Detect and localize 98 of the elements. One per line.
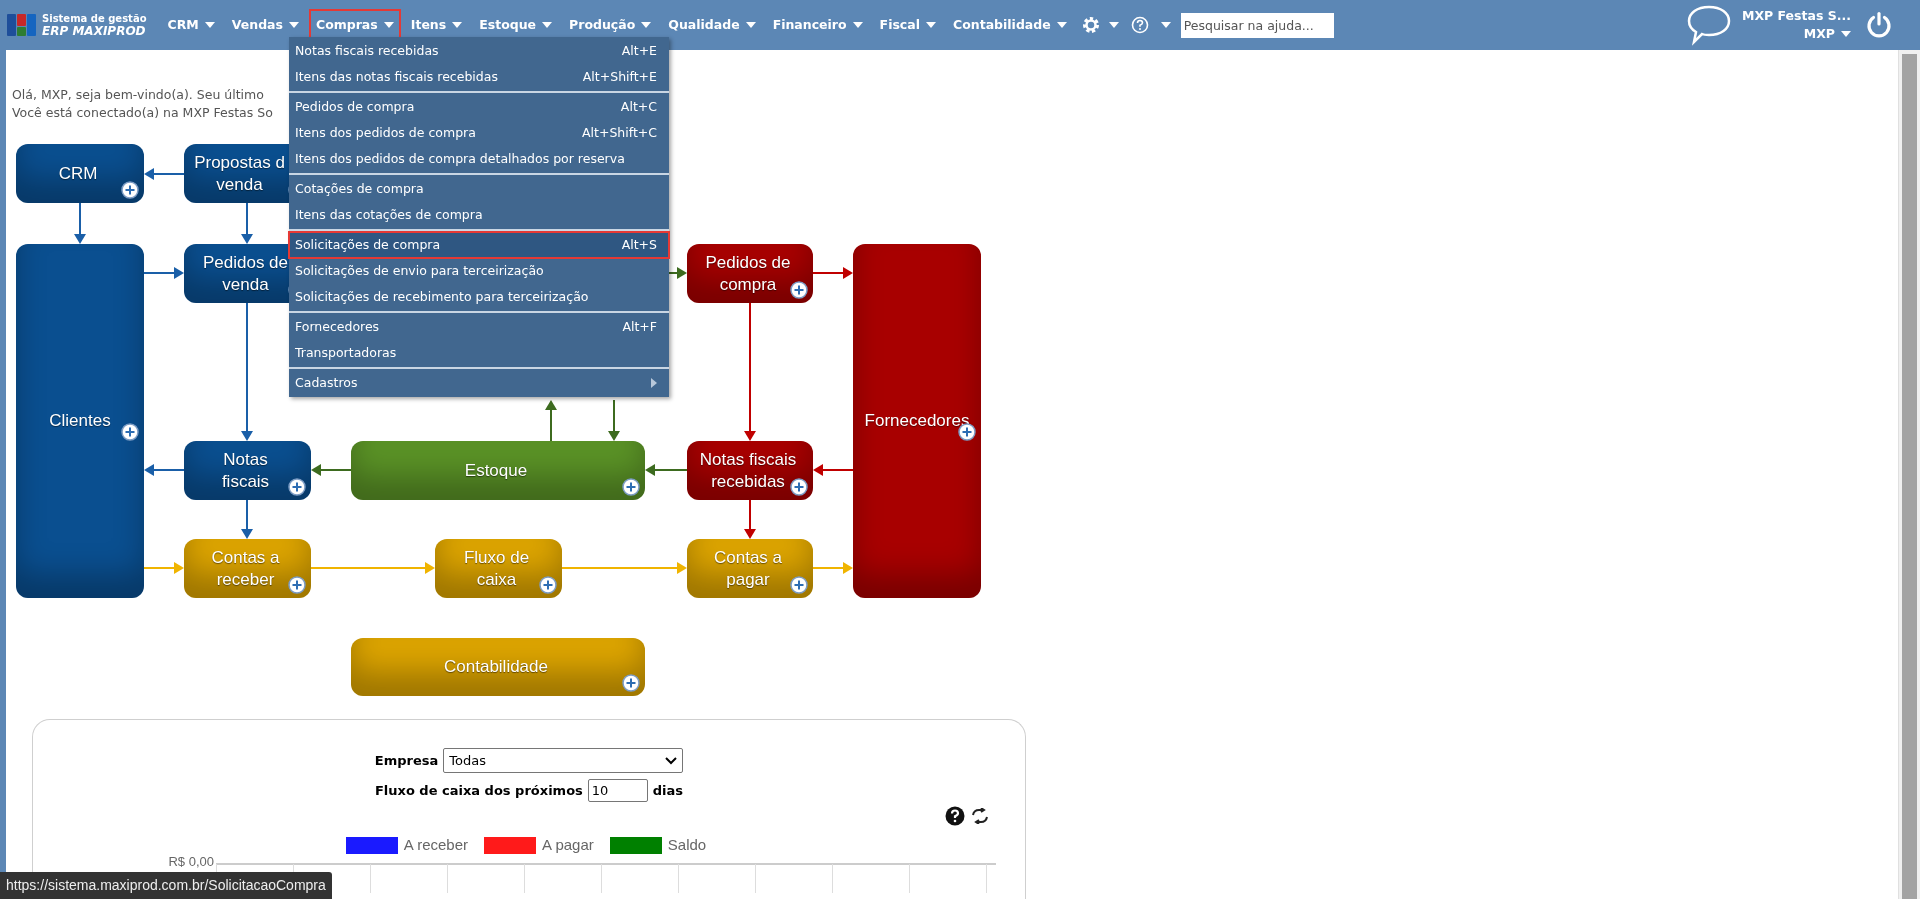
nav-menu[interactable]: Contabilidade: [946, 9, 1074, 41]
arrow: [311, 464, 352, 476]
nav-menu[interactable]: Produção: [562, 9, 659, 41]
caret-icon: [452, 22, 463, 28]
plus-icon[interactable]: [288, 576, 306, 594]
greeting-text: Você está conectado(a) na MXP Festas So: [12, 104, 273, 122]
caret-icon: [542, 22, 553, 28]
flow-node[interactable]: Contas a pagar: [687, 539, 813, 598]
flow-node[interactable]: Fornecedores: [853, 244, 981, 598]
caret-icon: [1841, 31, 1851, 37]
caret-icon: [926, 22, 936, 28]
caret-icon: [288, 22, 299, 28]
logo-title: ERP MAXIPROD: [42, 25, 147, 38]
settings-icon[interactable]: [1080, 15, 1101, 35]
flow-node[interactable]: Notas fiscais recebidas: [687, 441, 813, 500]
flow-node[interactable]: Estoque: [351, 441, 645, 500]
search-field[interactable]: Pesquisar na ajuda...: [1180, 12, 1334, 38]
flow-node[interactable]: Pedidos de compra: [687, 244, 813, 303]
plus-icon[interactable]: [288, 478, 306, 496]
company-label: Empresa: [374, 751, 439, 770]
flow-node[interactable]: Contas a receber: [184, 539, 311, 598]
caret-icon: [745, 22, 756, 28]
shortcut-label: Alt+Shift+E: [582, 67, 657, 86]
nav-menu[interactable]: CRM: [160, 9, 222, 41]
nav-menu[interactable]: Financeiro: [765, 9, 870, 41]
plus-icon[interactable]: [790, 281, 808, 299]
nav-menu[interactable]: Itens: [403, 9, 470, 41]
scrollbar[interactable]: [1898, 50, 1920, 899]
caret-icon: [204, 22, 215, 28]
status-url: https://sistema.maxiprod.com.br/SolicitacaoCompra: [0, 872, 332, 899]
menu-item[interactable]: Cadastros: [289, 370, 669, 396]
greeting-text: Olá, MXP, seja bem-vindo(a). Seu último: [12, 86, 264, 104]
shortcut-label: Alt+F: [622, 317, 657, 336]
arrow: [645, 464, 688, 476]
arrow: [812, 562, 853, 574]
refresh-icon[interactable]: [971, 808, 989, 824]
arrow: [144, 168, 185, 180]
menu-item[interactable]: Pedidos de compra Alt+C: [289, 94, 669, 120]
shortcut-label: Alt+E: [621, 41, 657, 60]
caret-icon: [383, 22, 394, 28]
days-unit: dias: [652, 781, 684, 800]
menu-item[interactable]: Solicitações de compra Alt+S: [289, 232, 669, 258]
menu-item[interactable]: Fornecedores Alt+F: [289, 314, 669, 340]
power-icon[interactable]: [1865, 11, 1893, 39]
shortcut-label: Alt+S: [621, 235, 657, 254]
arrow: [545, 400, 557, 442]
nav-menu[interactable]: Estoque: [472, 9, 560, 41]
plus-icon[interactable]: [622, 478, 640, 496]
nav-menu[interactable]: Vendas: [224, 9, 306, 41]
flow-node[interactable]: Fluxo de caixa: [435, 539, 562, 598]
company-name: MXP Festas S...: [1742, 7, 1851, 25]
plus-icon[interactable]: [121, 181, 139, 199]
legend-label: A pagar: [542, 835, 594, 855]
menu-item[interactable]: Transportadoras: [289, 340, 669, 366]
legend-label: A receber: [403, 835, 469, 855]
company-select[interactable]: Todas: [443, 748, 684, 773]
chat-bubble-icon[interactable]: [1686, 4, 1732, 46]
arrow: [144, 464, 185, 476]
menu-item[interactable]: Notas fiscais recebidas Alt+E: [289, 38, 669, 64]
arrow: [143, 562, 184, 574]
nav-menu[interactable]: Fiscal: [872, 9, 943, 41]
plus-icon[interactable]: [790, 478, 808, 496]
flow-node[interactable]: Clientes: [16, 244, 144, 598]
help-icon[interactable]: [945, 806, 965, 826]
flow-node[interactable]: Notas fiscais: [184, 441, 311, 500]
arrow: [241, 202, 253, 244]
arrow: [143, 267, 184, 279]
arrow: [668, 267, 687, 279]
caret-icon: [1160, 22, 1171, 28]
days-field[interactable]: 10: [587, 779, 648, 802]
arrow: [74, 202, 86, 244]
user-menu[interactable]: MXP: [1803, 25, 1851, 43]
shortcut-label: Alt+Shift+C: [582, 123, 657, 142]
menu-item[interactable]: Itens das cotações de compra: [289, 202, 669, 228]
days-label: Fluxo de caixa dos próximos: [374, 781, 583, 800]
plus-icon[interactable]: [622, 674, 640, 692]
arrow: [812, 267, 853, 279]
plus-icon[interactable]: [539, 576, 557, 594]
arrow: [241, 499, 253, 539]
flow-node[interactable]: CRM: [16, 144, 144, 203]
caret-icon: [641, 22, 652, 28]
plus-icon[interactable]: [790, 576, 808, 594]
arrow: [608, 399, 620, 441]
chevron-down-icon: [665, 756, 678, 765]
logo-icon: [7, 12, 37, 38]
shortcut-label: Alt+C: [620, 97, 657, 116]
nav-menu[interactable]: Qualidade: [661, 9, 763, 41]
menu-item[interactable]: Itens dos pedidos de compra Alt+Shift+C: [289, 120, 669, 146]
menu-item[interactable]: Itens das notas fiscais recebidas Alt+Shift+E: [289, 64, 669, 90]
arrow: [813, 464, 854, 476]
plus-icon[interactable]: [121, 423, 139, 441]
caret-icon: [852, 22, 863, 28]
axis-label: R$ 0,00: [167, 854, 215, 868]
arrow: [744, 499, 756, 539]
logo-subtitle: Sistema de gestão: [42, 12, 147, 25]
caret-icon: [1108, 22, 1119, 28]
caret-icon: [1056, 22, 1067, 28]
legend-label: Saldo: [667, 835, 707, 855]
